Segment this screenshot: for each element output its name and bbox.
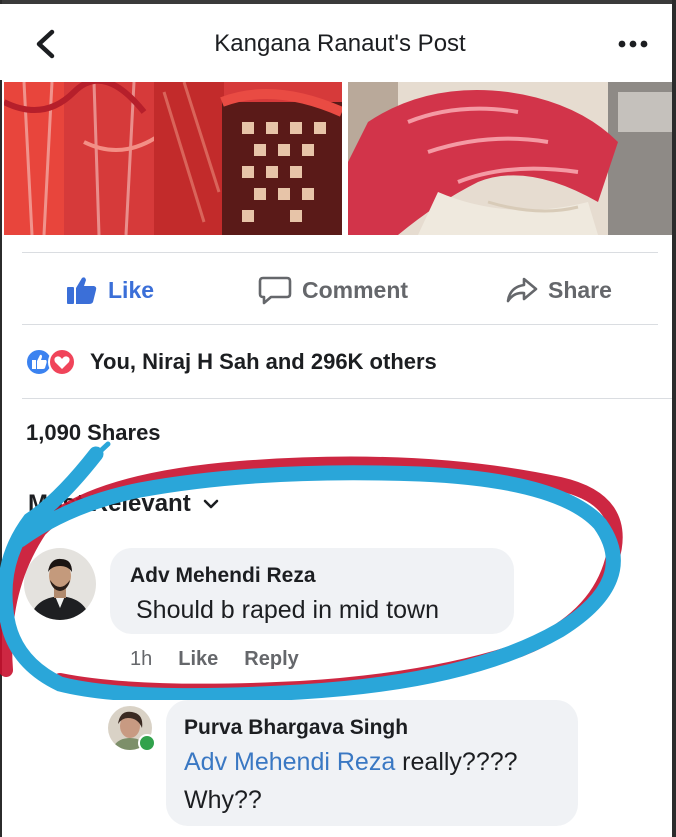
comments-sort-dropdown[interactable]: Most Relevant xyxy=(28,490,219,518)
comment-text: really???? xyxy=(395,748,518,776)
post-actions-bar: Like Comment Share xyxy=(0,258,672,322)
reactions-text: You, Niraj H Sah and 296K others xyxy=(90,349,437,374)
like-button-label: Like xyxy=(108,276,155,303)
divider xyxy=(22,252,658,253)
comment-bubble[interactable]: Purva Bhargava Singh Adv Mehendi Reza re… xyxy=(166,700,578,826)
comment-text-line1: Adv Mehendi Reza really???? xyxy=(184,748,518,777)
like-button[interactable]: Like xyxy=(66,258,154,322)
post-photo-right[interactable] xyxy=(348,82,672,235)
chevron-left-icon[interactable] xyxy=(30,24,60,64)
comment-author[interactable]: Adv Mehendi Reza xyxy=(130,564,316,588)
share-arrow-icon xyxy=(506,277,538,303)
screenshot-border-left xyxy=(0,0,2,837)
reactions-summary[interactable]: You, Niraj H Sah and 296K others xyxy=(24,340,437,384)
love-reaction-icon xyxy=(48,348,76,376)
share-button-label: Share xyxy=(548,276,612,303)
chevron-down-icon xyxy=(203,499,219,509)
comment-text-line2: Why?? xyxy=(184,786,262,814)
comment-mention-link[interactable]: Adv Mehendi Reza xyxy=(184,748,395,776)
page-title: Kangana Ranaut's Post xyxy=(214,30,466,57)
screenshot-border-right xyxy=(672,0,676,837)
comment-time: 1h xyxy=(130,648,153,670)
post-photo-left[interactable] xyxy=(4,82,342,235)
divider xyxy=(22,398,672,399)
comment-button-label: Comment xyxy=(302,276,409,303)
comments-sort-label: Most Relevant xyxy=(28,490,191,517)
comment-like-button[interactable]: Like xyxy=(178,648,218,671)
comment-meta: 1h Like Reply xyxy=(130,648,299,671)
shares-count[interactable]: 1,090 Shares xyxy=(26,420,161,446)
reaction-icons xyxy=(25,348,76,376)
thumbs-up-icon xyxy=(67,277,97,304)
comment-button[interactable]: Comment xyxy=(258,258,408,322)
more-horizontal-icon[interactable] xyxy=(616,34,650,54)
share-button[interactable]: Share xyxy=(506,258,612,322)
comment-bubble[interactable]: Adv Mehendi Reza Should b raped in mid t… xyxy=(110,548,514,634)
online-status-indicator xyxy=(138,734,156,752)
comment-reply-button[interactable]: Reply xyxy=(244,648,298,671)
post-photos xyxy=(4,82,672,235)
comment-bubble-icon xyxy=(258,276,292,305)
post-header: Kangana Ranaut's Post xyxy=(0,4,672,80)
divider xyxy=(22,324,658,325)
avatar[interactable] xyxy=(24,548,96,620)
comment-author[interactable]: Purva Bhargava Singh xyxy=(184,716,408,740)
comment-text: Should b raped in mid town xyxy=(136,596,439,624)
